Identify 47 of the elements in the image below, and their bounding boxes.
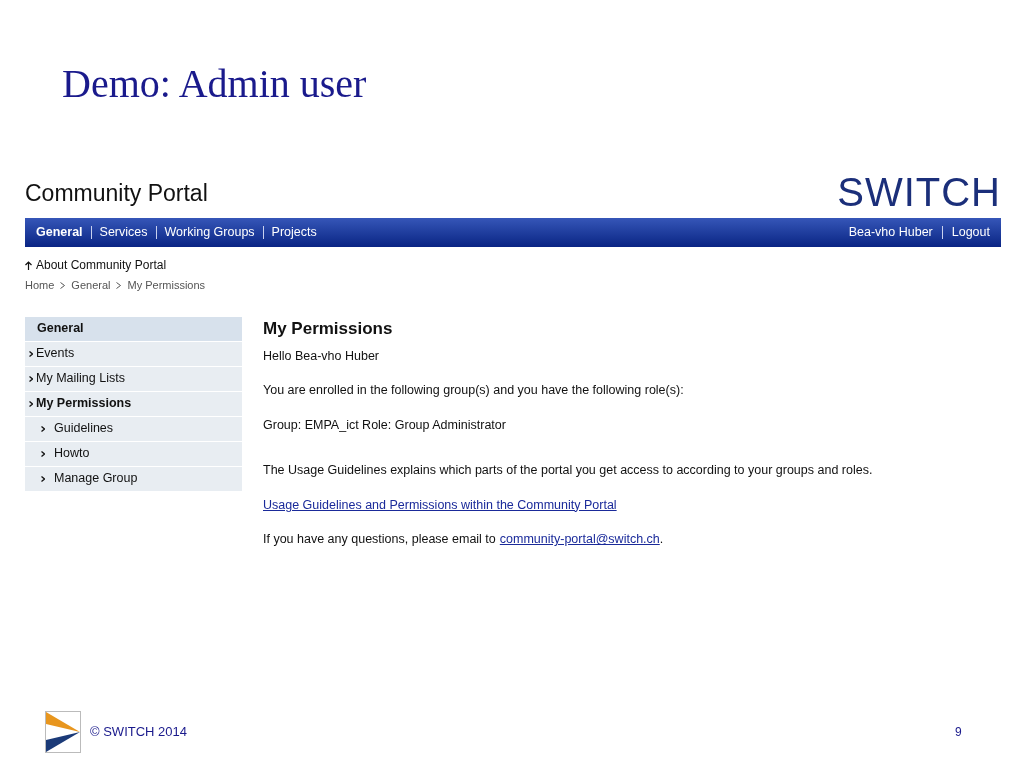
chevron-icon xyxy=(60,281,66,289)
sidebar-item-label: My Mailing Lists xyxy=(36,370,125,388)
page-heading: My Permissions xyxy=(263,317,394,340)
sidebar-item-label: Howto xyxy=(54,445,90,463)
paragraph: The Usage Guidelines explains which parts of the portal you get access to according to your groups and roles. xyxy=(263,461,874,479)
nav-tab[interactable]: Projects xyxy=(271,223,317,242)
sidebar-item[interactable]: Howto xyxy=(25,441,242,467)
portal-title: Community Portal xyxy=(25,178,208,208)
user-nav-link[interactable]: Bea-vho Huber xyxy=(848,223,933,242)
logo: SWITCH xyxy=(837,172,1001,212)
period-text: . xyxy=(659,531,664,549)
contact-text: If you have any questions, please email to xyxy=(263,531,496,549)
chevron-icon xyxy=(29,350,33,357)
guidelines-link[interactable]: Usage Guidelines and Permissions within the Community Portal xyxy=(263,497,617,512)
paragraph: Group: EMPA_ict Role: Group Administrator xyxy=(263,417,507,434)
chevron-icon xyxy=(29,375,33,382)
page-number: 9 xyxy=(955,724,962,741)
footer-copyright: © SWITCH 2014 xyxy=(90,723,187,741)
chevron-icon xyxy=(116,281,122,289)
chevron-icon xyxy=(41,475,45,482)
sidebar-item[interactable]: My Mailing Lists xyxy=(25,366,242,392)
email-link[interactable]: community-portal@switch.ch xyxy=(499,530,660,549)
sidebar-item-label: My Permissions xyxy=(36,395,132,413)
paragraph: Hello Bea-vho Huber xyxy=(263,347,381,365)
breadcrumb-link[interactable]: General xyxy=(71,277,111,294)
sidebar-item-label: Events xyxy=(36,345,75,363)
paragraph: You are enrolled in the following group(s) and you have the following role(s): xyxy=(263,382,685,400)
sidebar-item[interactable]: Manage Group xyxy=(25,466,242,492)
breadcrumb-link[interactable]: Home xyxy=(25,277,55,294)
arrow-logo-icon xyxy=(45,711,81,753)
nav-tab[interactable]: Services xyxy=(99,223,148,242)
up-arrow-icon xyxy=(25,260,32,270)
sidebar-item[interactable]: Guidelines xyxy=(25,416,242,442)
chevron-icon xyxy=(41,425,45,432)
about-link[interactable]: About Community Portal xyxy=(36,256,167,274)
nav-tab[interactable]: Working Groups xyxy=(164,223,255,242)
sidebar-item[interactable]: My Permissions xyxy=(25,391,242,417)
sidebar-item-label: Guidelines xyxy=(54,420,114,438)
user-nav-link[interactable]: Logout xyxy=(951,223,990,242)
slide-title: Demo: Admin user xyxy=(62,64,367,104)
sidebar-item-label: Manage Group xyxy=(54,470,138,488)
chevron-icon xyxy=(29,400,33,407)
nav-tab[interactable]: General xyxy=(36,223,83,242)
breadcrumb-link[interactable]: My Permissions xyxy=(127,277,206,294)
sidebar-item[interactable]: Events xyxy=(25,341,242,367)
sidebar-header: General xyxy=(25,316,242,342)
chevron-icon xyxy=(41,450,45,457)
